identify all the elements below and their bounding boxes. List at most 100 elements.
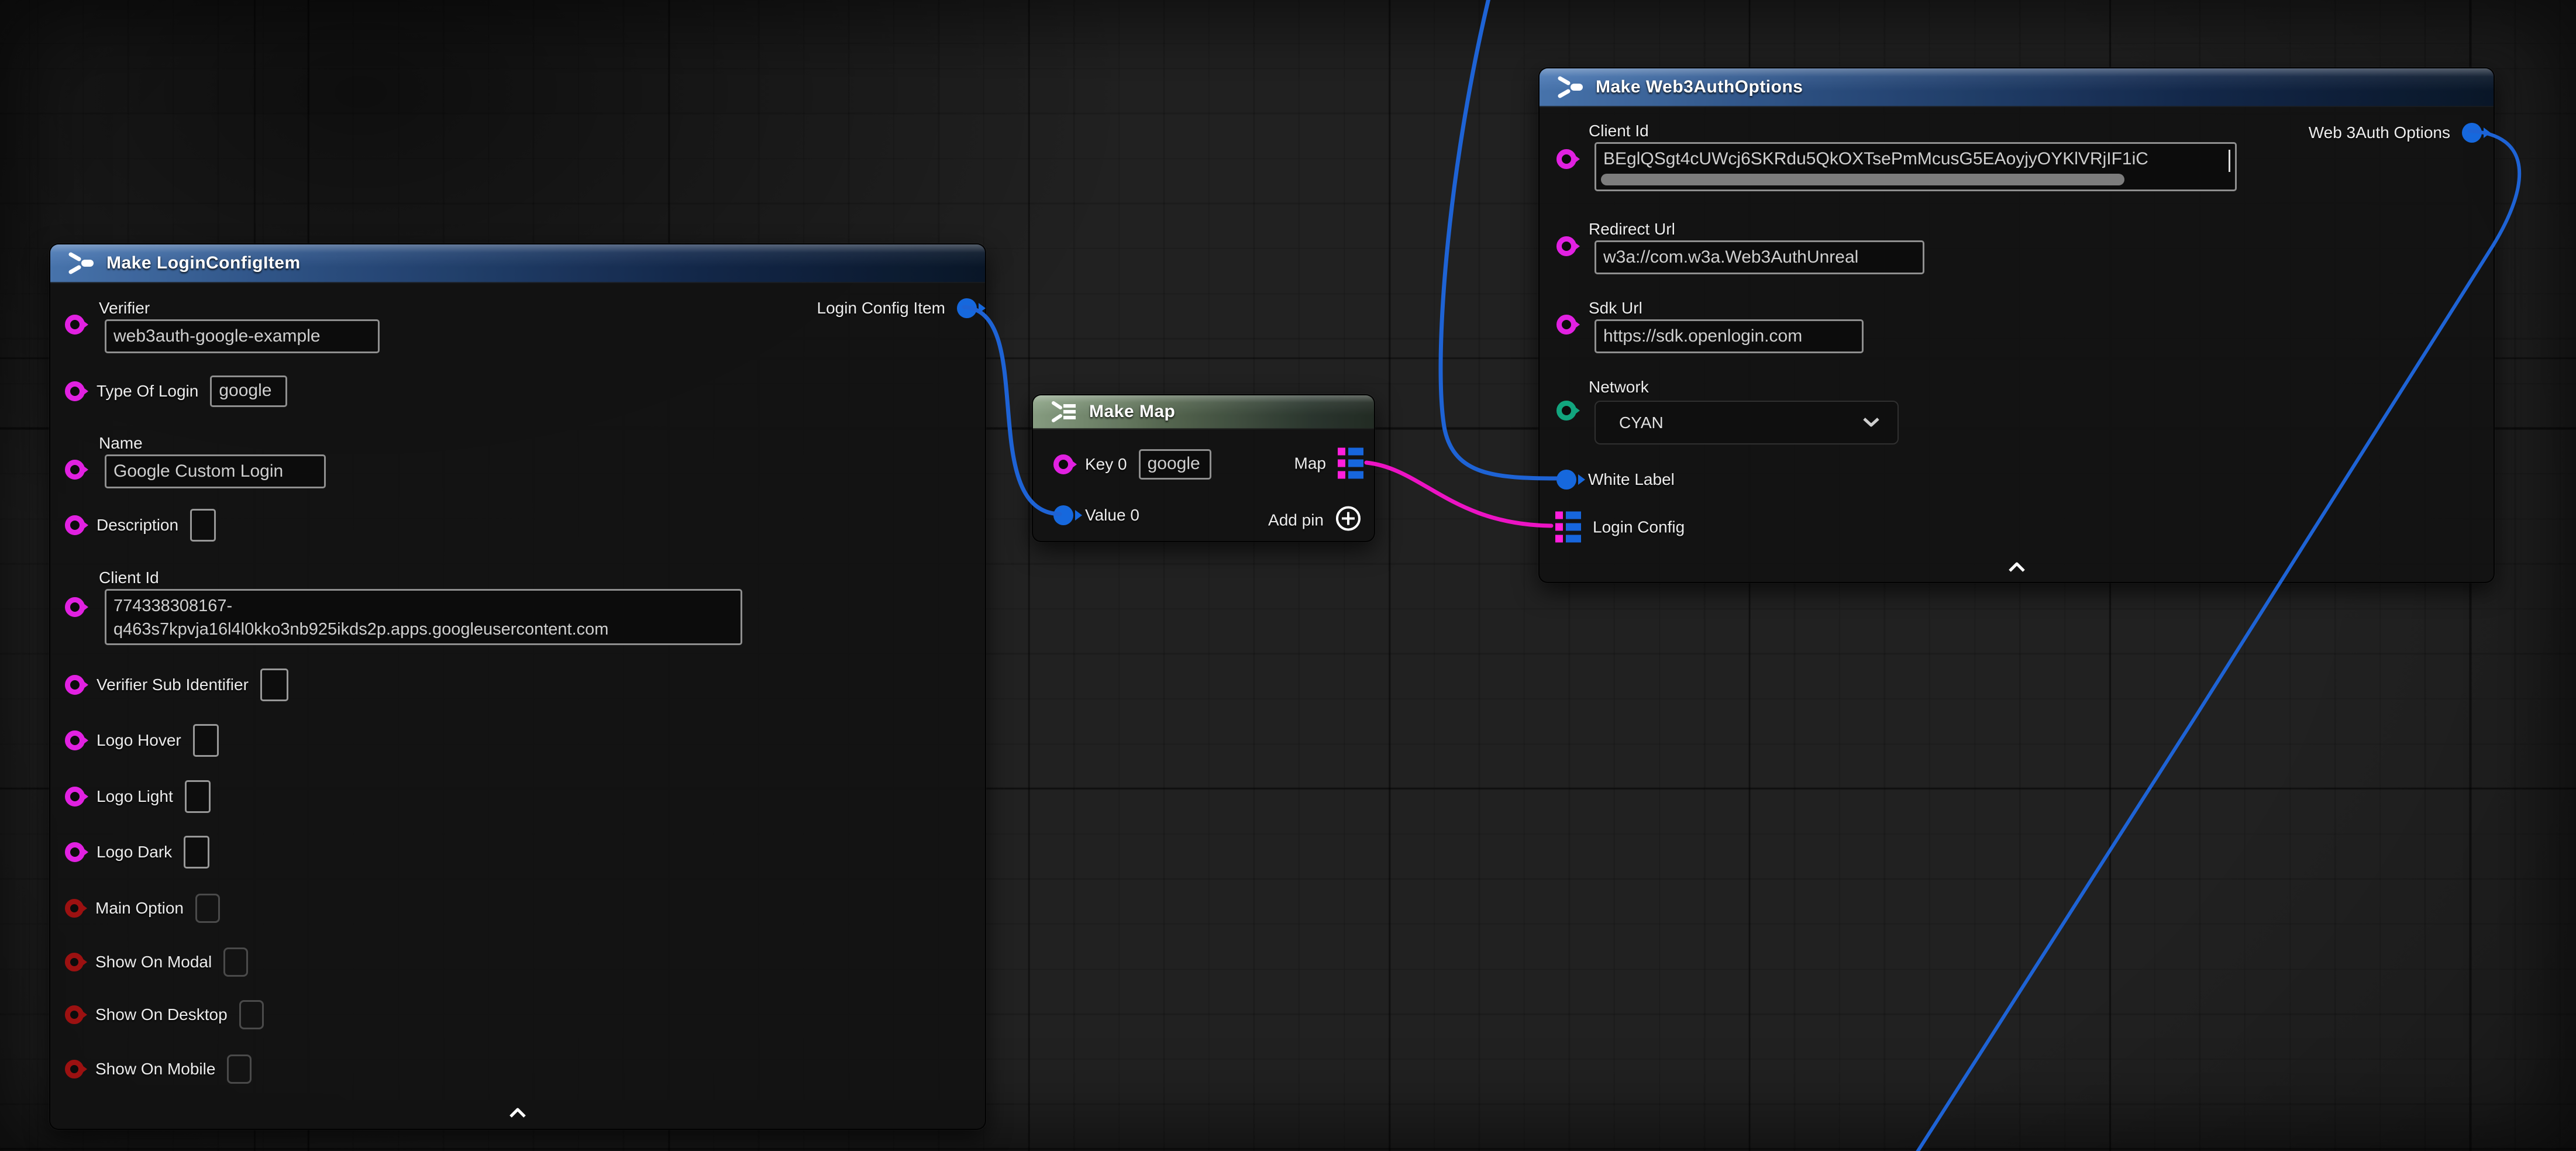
description-pin[interactable] bbox=[65, 515, 85, 535]
sdk-url-input[interactable]: https://sdk.openlogin.com bbox=[1594, 319, 1864, 353]
verifier-label: Verifier bbox=[99, 298, 380, 318]
verifier-sub-identifier-input[interactable] bbox=[260, 668, 288, 701]
type-of-login-input[interactable]: google bbox=[210, 375, 287, 407]
input-horizontal-scrollbar[interactable] bbox=[1601, 174, 2124, 185]
pin-row-verifier-sub-identifier: Verifier Sub Identifier bbox=[65, 668, 288, 701]
show-on-modal-label: Show On Modal bbox=[95, 953, 212, 971]
pin-row-network: Network CYAN bbox=[1556, 377, 1899, 444]
pin-row-show-on-desktop: Show On Desktop bbox=[65, 1000, 264, 1029]
verifier-input[interactable]: web3auth-google-example bbox=[105, 319, 380, 353]
show-on-mobile-checkbox[interactable] bbox=[227, 1054, 252, 1084]
logo-hover-pin[interactable] bbox=[65, 730, 85, 750]
verifier-sub-identifier-pin[interactable] bbox=[65, 675, 85, 695]
white-label-pin[interactable] bbox=[1556, 470, 1576, 490]
redirect-url-input[interactable]: w3a://com.w3a.Web3AuthUnreal bbox=[1594, 240, 1924, 274]
text-cursor bbox=[2229, 150, 2230, 172]
client-id-label: Client Id bbox=[99, 568, 742, 588]
pin-row-verifier: Verifier web3auth-google-example bbox=[65, 298, 380, 353]
map-output-pin[interactable] bbox=[1338, 448, 1363, 479]
web3auth-options-output-pin[interactable] bbox=[2462, 123, 2482, 143]
chevron-down-icon bbox=[1861, 413, 1881, 432]
node-title: Make LoginConfigItem bbox=[106, 253, 301, 273]
pin-row-map-output: Map bbox=[1294, 448, 1363, 479]
collapse-node-chevron-icon[interactable] bbox=[507, 1107, 529, 1122]
logo-dark-pin[interactable] bbox=[65, 842, 85, 862]
node-header-make-web3authoptions[interactable]: Make Web3AuthOptions bbox=[1540, 68, 2494, 107]
show-on-desktop-pin[interactable] bbox=[65, 1005, 84, 1024]
pin-row-redirect-url: Redirect Url w3a://com.w3a.Web3AuthUnrea… bbox=[1556, 219, 1924, 274]
logo-hover-input[interactable] bbox=[193, 724, 219, 757]
add-pin-label: Add pin bbox=[1268, 511, 1324, 529]
show-on-modal-pin[interactable] bbox=[65, 953, 84, 971]
pin-row-description: Description bbox=[65, 509, 216, 542]
node-make-web3authoptions[interactable]: Make Web3AuthOptions Web 3Auth Options C… bbox=[1538, 67, 2495, 583]
show-on-mobile-label: Show On Mobile bbox=[95, 1060, 215, 1078]
node-header-make-loginconfigitem[interactable]: Make LoginConfigItem bbox=[50, 244, 985, 283]
pin-row-logo-hover: Logo Hover bbox=[65, 724, 219, 757]
node-header-make-map[interactable]: Make Map bbox=[1033, 395, 1374, 429]
client-id-label: Client Id bbox=[1589, 121, 2237, 141]
main-option-label: Main Option bbox=[95, 899, 184, 918]
make-struct-icon bbox=[67, 251, 95, 275]
show-on-modal-checkbox[interactable] bbox=[223, 947, 248, 977]
description-label: Description bbox=[97, 516, 178, 535]
show-on-desktop-label: Show On Desktop bbox=[95, 1005, 228, 1024]
node-make-loginconfigitem[interactable]: Make LoginConfigItem Login Config Item V… bbox=[49, 243, 986, 1130]
pin-row-client-id: Client Id 774338308167- q463s7kpvja16l4l… bbox=[65, 568, 742, 645]
verifier-sub-identifier-label: Verifier Sub Identifier bbox=[97, 676, 249, 694]
pin-row-main-option: Main Option bbox=[65, 894, 220, 923]
key-0-input[interactable]: google bbox=[1139, 449, 1211, 480]
node-make-map[interactable]: Make Map Key 0 google Map Value 0 Add pi… bbox=[1032, 394, 1375, 542]
type-of-login-pin[interactable] bbox=[65, 381, 85, 401]
network-dropdown-value: CYAN bbox=[1619, 413, 1664, 432]
pin-row-sdk-url: Sdk Url https://sdk.openlogin.com bbox=[1556, 298, 1864, 353]
pin-row-white-label: White Label bbox=[1556, 470, 1675, 490]
pin-row-type-of-login: Type Of Login google bbox=[65, 375, 287, 407]
network-pin[interactable] bbox=[1556, 401, 1576, 421]
pin-row-login-config-item-output: Login Config Item bbox=[817, 298, 977, 318]
pin-row-login-config: Login Config bbox=[1555, 512, 1685, 543]
client-id-pin[interactable] bbox=[1556, 149, 1576, 169]
verifier-pin[interactable] bbox=[65, 315, 85, 335]
main-option-checkbox[interactable] bbox=[195, 894, 220, 923]
client-id-input[interactable]: BEglQSgt4cUWcj6SKRdu5QkOXTsePmMcusG5EAoy… bbox=[1594, 142, 2237, 191]
pin-row-show-on-modal: Show On Modal bbox=[65, 947, 248, 977]
type-of-login-label: Type Of Login bbox=[97, 382, 198, 401]
key-0-label: Key 0 bbox=[1085, 455, 1127, 474]
pin-row-key-0: Key 0 google bbox=[1053, 449, 1211, 480]
wire-map-to-login-config[interactable] bbox=[1366, 463, 1551, 526]
collapse-node-chevron-icon[interactable] bbox=[2006, 561, 2028, 576]
network-dropdown[interactable]: CYAN bbox=[1594, 401, 1899, 444]
description-input[interactable] bbox=[190, 509, 216, 542]
logo-dark-input[interactable] bbox=[184, 836, 209, 869]
main-option-pin[interactable] bbox=[65, 899, 84, 918]
node-title: Make Web3AuthOptions bbox=[1596, 77, 1803, 97]
add-pin-button[interactable]: Add pin bbox=[1268, 505, 1362, 536]
pin-row-show-on-mobile: Show On Mobile bbox=[65, 1054, 252, 1084]
client-id-input[interactable]: 774338308167- q463s7kpvja16l4l0kko3nb925… bbox=[105, 589, 742, 645]
pin-row-client-id: Client Id BEglQSgt4cUWcj6SKRdu5QkOXTsePm… bbox=[1556, 121, 2237, 191]
map-output-label: Map bbox=[1294, 454, 1326, 473]
login-config-pin[interactable] bbox=[1555, 512, 1581, 543]
key-0-pin[interactable] bbox=[1053, 454, 1073, 474]
pin-row-logo-dark: Logo Dark bbox=[65, 836, 209, 869]
show-on-mobile-pin[interactable] bbox=[65, 1060, 84, 1078]
name-pin[interactable] bbox=[65, 460, 85, 480]
blueprint-graph-canvas[interactable]: Make LoginConfigItem Login Config Item V… bbox=[0, 0, 2576, 1151]
pin-row-name: Name Google Custom Login bbox=[65, 433, 326, 488]
redirect-url-label: Redirect Url bbox=[1589, 219, 1924, 239]
name-input[interactable]: Google Custom Login bbox=[105, 454, 326, 488]
redirect-url-pin[interactable] bbox=[1556, 236, 1576, 256]
value-0-pin[interactable] bbox=[1053, 505, 1073, 525]
value-0-label: Value 0 bbox=[1085, 506, 1139, 525]
logo-dark-label: Logo Dark bbox=[97, 843, 172, 861]
output-pin-label: Web 3Auth Options bbox=[2309, 123, 2450, 142]
show-on-desktop-checkbox[interactable] bbox=[239, 1000, 264, 1029]
login-config-item-output-pin[interactable] bbox=[957, 298, 977, 318]
logo-light-input[interactable] bbox=[185, 780, 211, 813]
logo-light-label: Logo Light bbox=[97, 787, 173, 806]
output-pin-label: Login Config Item bbox=[817, 299, 945, 318]
sdk-url-pin[interactable] bbox=[1556, 315, 1576, 335]
client-id-pin[interactable] bbox=[65, 597, 85, 617]
logo-light-pin[interactable] bbox=[65, 787, 85, 807]
